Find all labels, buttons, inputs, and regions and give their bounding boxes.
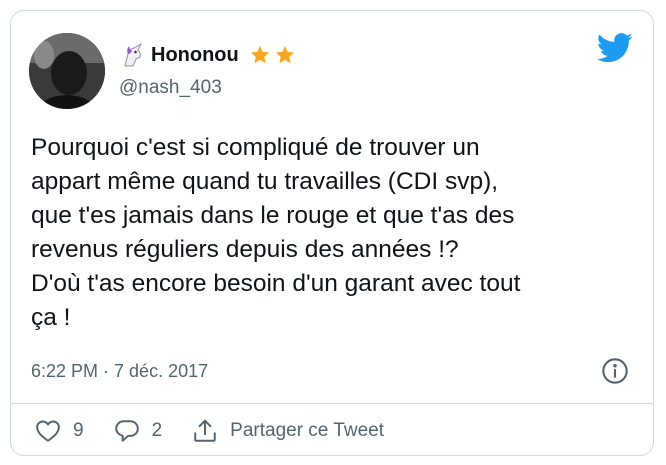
like-count: 9 <box>73 420 84 441</box>
reply-button[interactable]: 2 <box>114 419 163 443</box>
user-handle[interactable]: @nash_403 <box>119 77 222 99</box>
info-icon[interactable] <box>601 357 629 385</box>
share-icon <box>192 418 218 444</box>
name-row: Hononou <box>119 41 296 69</box>
tweet-timestamp[interactable]: 6:22 PM · 7 déc. 2017 <box>31 361 208 382</box>
display-name[interactable]: Hononou <box>151 44 239 67</box>
star-icon <box>250 45 269 64</box>
tweet-text: Pourquoi c'est si compliqué de trouver u… <box>31 134 521 331</box>
avatar[interactable] <box>29 33 105 109</box>
reply-count: 2 <box>151 420 163 441</box>
heart-icon <box>35 419 61 443</box>
star-icon <box>275 45 294 64</box>
like-button[interactable]: 9 <box>35 419 84 443</box>
share-label: Partager ce Tweet <box>230 420 385 441</box>
reply-icon <box>114 419 140 443</box>
tweet-card: Hononou @nash_403 Pourquoi c'est si comp… <box>10 10 654 456</box>
star-badges <box>249 44 296 66</box>
divider <box>11 403 653 404</box>
unicorn-icon <box>119 42 145 68</box>
twitter-bird-icon[interactable] <box>597 33 633 63</box>
share-button[interactable]: Partager ce Tweet <box>192 418 384 444</box>
action-bar: 9 2 Partager ce Tweet <box>35 413 414 449</box>
